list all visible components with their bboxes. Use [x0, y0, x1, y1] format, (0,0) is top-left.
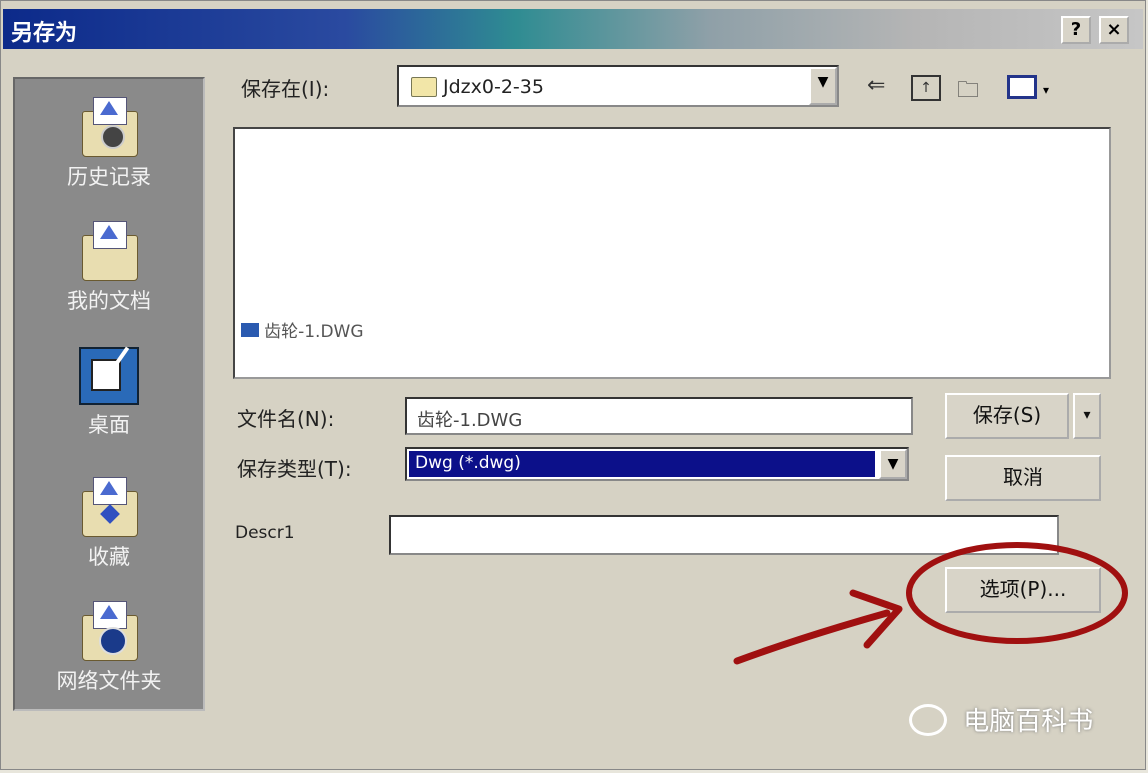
cancel-button[interactable]: 取消 — [945, 455, 1101, 501]
selected-highlight: Dwg (*.dwg) — [409, 451, 875, 477]
place-network-folder[interactable]: 网络文件夹 — [15, 601, 203, 695]
file-name: 齿轮-1.DWG — [264, 322, 364, 342]
title-bar: 另存为 ? × — [3, 9, 1143, 49]
network-folder-icon — [79, 601, 139, 663]
dwg-file-icon — [241, 322, 259, 337]
place-label: 收藏 — [88, 545, 130, 569]
file-name-label: 文件名(N): — [237, 407, 335, 431]
watermark: 电脑百科书 — [909, 701, 1093, 738]
file-name-input[interactable]: 齿轮-1.DWG — [405, 397, 913, 435]
annotation-arrowhead — [849, 589, 903, 649]
file-name-value: 齿轮-1.DWG — [417, 410, 523, 431]
save-in-label: 保存在(I): — [241, 77, 330, 101]
file-type-label: 保存类型(T): — [237, 457, 352, 481]
new-folder-icon[interactable]: 🗀 — [957, 73, 979, 111]
place-label: 我的文档 — [67, 289, 151, 313]
file-type-dropdown[interactable]: Dwg (*.dwg) ▼ — [405, 447, 909, 481]
back-arrow-icon[interactable]: ⇐ — [867, 73, 885, 98]
favorites-icon — [79, 477, 139, 539]
place-label: 桌面 — [88, 413, 130, 437]
desktop-icon — [79, 345, 139, 407]
desc-input[interactable] — [389, 515, 1059, 555]
folder-icon — [411, 77, 437, 97]
place-desktop[interactable]: 桌面 — [15, 345, 203, 439]
views-menu-icon[interactable] — [1007, 75, 1037, 99]
save-options-arrow-icon[interactable]: ▾ — [1073, 393, 1101, 439]
save-in-value: Jdzx0-2-35 — [443, 76, 544, 98]
annotation-arrow — [733, 609, 891, 665]
views-dropdown-arrow[interactable]: ▾ — [1043, 83, 1049, 97]
chevron-down-icon[interactable]: ▼ — [879, 449, 907, 479]
file-type-value: Dwg (*.dwg) — [415, 453, 521, 473]
my-documents-icon — [79, 221, 139, 283]
place-my-documents[interactable]: 我的文档 — [15, 221, 203, 315]
save-button[interactable]: 保存(S) — [945, 393, 1069, 439]
place-label: 网络文件夹 — [56, 669, 162, 693]
help-button[interactable]: ? — [1061, 16, 1091, 44]
save-in-dropdown[interactable]: Jdzx0-2-35 ▼ — [397, 65, 839, 107]
desc-label: Descr1 — [235, 523, 295, 543]
chevron-down-icon[interactable]: ▼ — [809, 67, 837, 105]
file-list[interactable]: 齿轮-1.DWG — [233, 127, 1111, 379]
wechat-icon — [909, 703, 947, 736]
place-label: 历史记录 — [67, 165, 151, 189]
place-favorites[interactable]: 收藏 — [15, 477, 203, 571]
place-history[interactable]: 历史记录 — [15, 97, 203, 191]
dialog-title: 另存为 — [11, 21, 78, 46]
up-folder-icon[interactable]: ↑ — [911, 75, 941, 101]
places-bar: 历史记录 我的文档 桌面 收藏 网络文件夹 — [13, 77, 205, 711]
watermark-text: 电脑百科书 — [963, 707, 1094, 737]
history-icon — [79, 97, 139, 159]
options-button[interactable]: 选项(P)... — [945, 567, 1101, 613]
close-button[interactable]: × — [1099, 16, 1129, 44]
save-as-dialog: 另存为 ? × 历史记录 我的文档 桌面 收藏 网络文件夹 保存在(I): Jd… — [0, 0, 1146, 770]
list-item[interactable]: 齿轮-1.DWG — [241, 317, 364, 342]
